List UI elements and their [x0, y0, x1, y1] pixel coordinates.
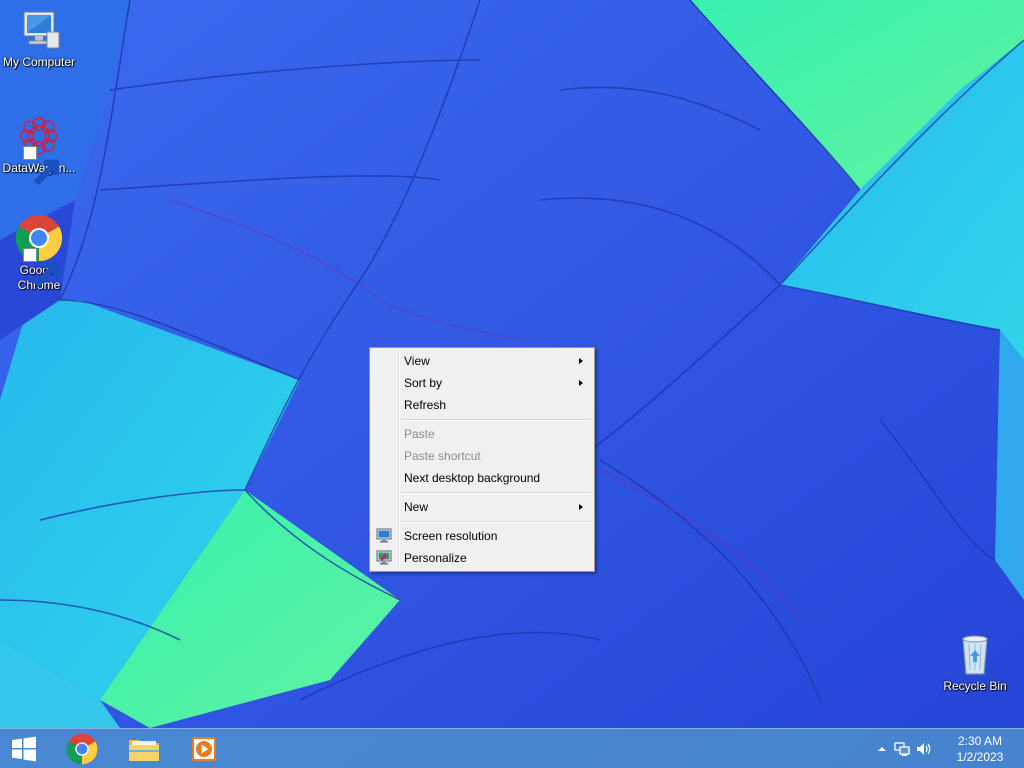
menu-separator — [401, 492, 591, 494]
submenu-arrow-icon — [579, 358, 583, 364]
menu-item-label: Screen resolution — [404, 529, 498, 543]
media-player-icon — [192, 737, 216, 761]
desktop-icon-label: My Computer — [2, 55, 76, 69]
taskbar-file-explorer-button[interactable] — [118, 729, 170, 768]
computer-icon — [23, 11, 60, 49]
menu-item-label: Refresh — [404, 398, 447, 412]
desktop-icon-google-chrome[interactable]: Google Chrome — [0, 214, 78, 293]
menu-item-next-desktop-background[interactable]: Next desktop background — [372, 467, 592, 489]
menu-item-label: View — [404, 354, 430, 368]
system-tray: 2:30 AM 1/2/2023 — [864, 729, 1024, 768]
menu-separator — [401, 419, 591, 421]
show-hidden-icons-chevron-icon[interactable] — [874, 741, 890, 757]
menu-item-paste-shortcut: Paste shortcut — [372, 445, 592, 467]
desktop-context-menu: View Sort by Refresh Paste Paste shortcu… — [369, 347, 595, 572]
desktop-icon-label: Recycle Bin — [943, 679, 1007, 693]
submenu-arrow-icon — [579, 380, 583, 386]
shortcut-arrow-icon — [23, 146, 60, 186]
recycle-bin-icon — [962, 635, 988, 675]
menu-item-label: Next desktop background — [404, 471, 541, 485]
submenu-arrow-icon — [579, 504, 583, 510]
menu-item-view[interactable]: View — [372, 350, 592, 372]
desktop[interactable]: My Computer DataWagon... Google Chrome R… — [0, 0, 1024, 768]
taskbar: 2:30 AM 1/2/2023 — [0, 728, 1024, 768]
menu-separator — [401, 521, 591, 523]
volume-icon[interactable] — [916, 741, 932, 757]
taskbar-chrome-button[interactable] — [56, 729, 108, 768]
personalize-icon — [376, 550, 392, 565]
menu-item-paste: Paste — [372, 423, 592, 445]
desktop-icon-datawagon[interactable]: DataWagon... — [0, 112, 78, 186]
taskbar-clock[interactable]: 2:30 AM 1/2/2023 — [948, 733, 1012, 765]
network-icon[interactable] — [894, 741, 910, 757]
start-button[interactable] — [0, 729, 48, 768]
clock-date: 1/2/2023 — [956, 750, 1004, 764]
menu-item-refresh[interactable]: Refresh — [372, 394, 592, 416]
desktop-icon-my-computer[interactable]: My Computer — [0, 6, 78, 70]
menu-item-label: Personalize — [404, 551, 467, 565]
shortcut-arrow-icon — [23, 248, 60, 288]
menu-item-label: New — [404, 500, 429, 514]
folder-icon — [129, 740, 159, 761]
chrome-icon — [66, 733, 98, 765]
menu-item-new[interactable]: New — [372, 496, 592, 518]
menu-item-label: Paste — [404, 427, 435, 441]
menu-item-label: Paste shortcut — [404, 449, 481, 463]
menu-item-screen-resolution[interactable]: Screen resolution — [372, 525, 592, 547]
menu-item-label: Sort by — [404, 376, 443, 390]
menu-item-sort-by[interactable]: Sort by — [372, 372, 592, 394]
menu-item-personalize[interactable]: Personalize — [372, 547, 592, 569]
desktop-icon-recycle-bin[interactable]: Recycle Bin — [936, 630, 1014, 694]
display-icon — [376, 528, 392, 543]
clock-time: 2:30 AM — [957, 734, 1003, 748]
windows-logo-icon — [12, 736, 36, 762]
taskbar-media-player-button[interactable] — [178, 729, 230, 768]
